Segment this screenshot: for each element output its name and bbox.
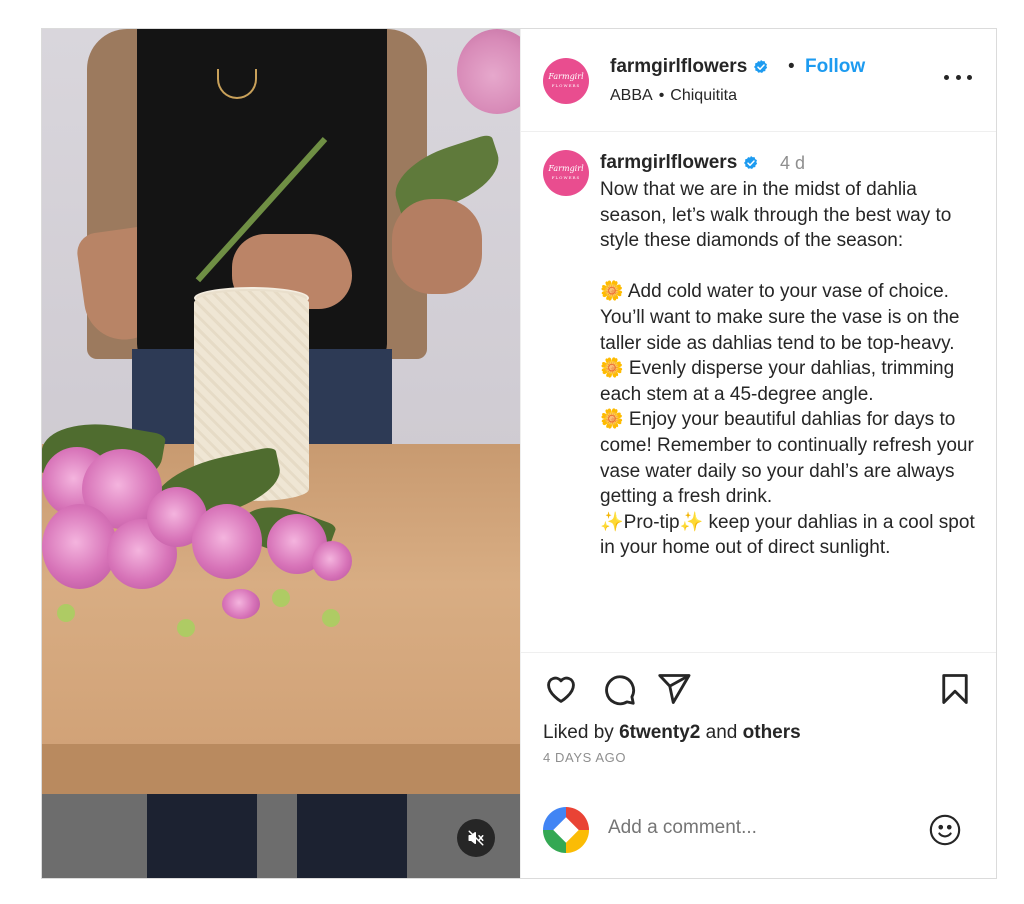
verified-badge-icon (754, 60, 768, 73)
comment-composer (521, 793, 996, 878)
dahlia-bloom (222, 589, 260, 619)
more-dot (944, 74, 949, 80)
avatar-logo-subtext: FLOWERS (551, 175, 581, 180)
audio-artist: ABBA (610, 87, 653, 104)
avatar-logo-subtext: FLOWERS (551, 83, 581, 88)
caption-text: Now that we are in the midst of dahlia s… (600, 179, 975, 559)
dahlia-bloom (42, 504, 117, 589)
person-leg (297, 794, 407, 878)
post-details-panel: Farmgirl FLOWERS farmgirlflowers • Follo… (520, 29, 996, 878)
caption-author-row: farmgirlflowers (600, 152, 759, 174)
avatar-logo: Farmgirl FLOWERS (548, 72, 583, 90)
dahlia-bud (177, 619, 195, 637)
verified-badge-icon (744, 156, 758, 169)
bookmark-icon[interactable] (937, 671, 973, 707)
avatar-logo-text: Farmgirl (548, 72, 584, 81)
table-edge (42, 744, 520, 794)
audio-separator: • (658, 87, 665, 104)
person-hand (392, 199, 482, 294)
follow-button[interactable]: Follow (805, 56, 865, 78)
comment-icon[interactable] (601, 671, 637, 707)
avatar-logo: Farmgirl FLOWERS (548, 164, 583, 182)
current-user-avatar[interactable] (543, 807, 589, 853)
audio-track: Chiquitita (670, 87, 737, 104)
caption-section: Farmgirl FLOWERS farmgirlflowers 4 d Now… (521, 132, 996, 653)
likes-prefix: Liked by (543, 722, 614, 743)
audio-attribution[interactable]: ABBA • Chiquitita (610, 87, 737, 105)
mute-button[interactable] (457, 819, 495, 857)
dahlia-bud (272, 589, 290, 607)
more-options-icon[interactable] (944, 67, 972, 87)
post-video[interactable] (42, 29, 520, 878)
share-icon[interactable] (656, 671, 692, 707)
liker-username[interactable]: 6twenty2 (619, 722, 700, 743)
dahlia-bud (57, 604, 75, 622)
author-avatar[interactable]: Farmgirl FLOWERS (543, 58, 589, 104)
separator-dot: • (788, 56, 795, 77)
post-age[interactable]: 4 DAYS AGO (543, 750, 626, 765)
heart-icon[interactable] (543, 671, 579, 707)
caption-timestamp[interactable]: 4 d (780, 153, 805, 174)
post-card: Farmgirl FLOWERS farmgirlflowers • Follo… (41, 28, 997, 879)
post-actions: Liked by 6twenty2 and others 4 DAYS AGO (521, 653, 996, 878)
avatar-logo-text: Farmgirl (548, 164, 584, 173)
more-dot (967, 74, 972, 80)
author-name-row: farmgirlflowers (610, 56, 769, 78)
comment-input[interactable] (608, 817, 908, 839)
dahlia-bloom (192, 504, 262, 579)
caption-author-username[interactable]: farmgirlflowers (600, 152, 737, 174)
likes-others-link[interactable]: others (743, 722, 801, 743)
emoji-icon[interactable] (928, 813, 962, 847)
dahlia-bud (322, 609, 340, 627)
more-dot (955, 74, 961, 80)
post-header: Farmgirl FLOWERS farmgirlflowers • Follo… (521, 29, 996, 132)
likes-conjunction: and (705, 722, 738, 743)
mute-icon (468, 830, 484, 846)
dahlia-bloom (312, 541, 352, 581)
likes-summary: Liked by 6twenty2 and others (543, 722, 801, 744)
caption-author-avatar[interactable]: Farmgirl FLOWERS (543, 150, 589, 196)
author-username[interactable]: farmgirlflowers (610, 56, 747, 78)
floor (42, 794, 520, 878)
person-leg (147, 794, 257, 878)
